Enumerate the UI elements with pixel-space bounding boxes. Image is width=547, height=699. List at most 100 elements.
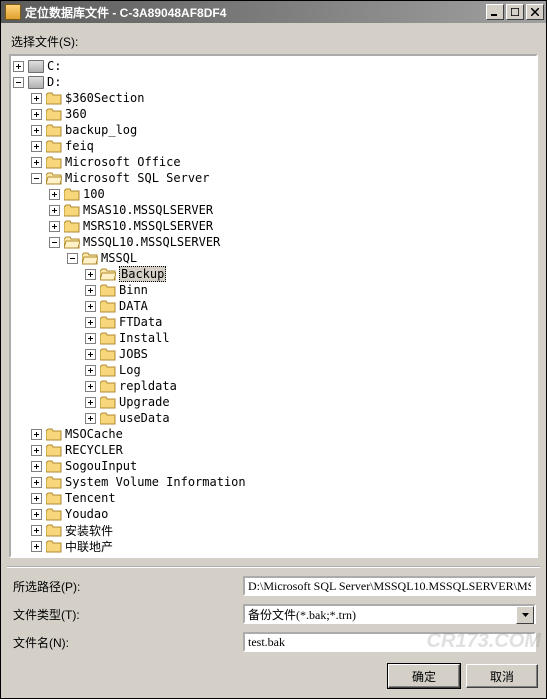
- expand-toggle[interactable]: [31, 525, 42, 536]
- tree-item[interactable]: MSSQL: [67, 250, 536, 266]
- tree-item[interactable]: Install: [85, 330, 536, 346]
- expand-toggle[interactable]: [85, 413, 96, 424]
- expand-toggle[interactable]: [85, 333, 96, 344]
- cancel-button[interactable]: 取消: [466, 664, 538, 688]
- expand-toggle[interactable]: [31, 509, 42, 520]
- tree-item[interactable]: Microsoft Office: [31, 154, 536, 170]
- tree-item[interactable]: System Volume Information: [31, 474, 536, 490]
- tree-item[interactable]: backup_log: [31, 122, 536, 138]
- folder-icon: [46, 524, 62, 537]
- tree-item[interactable]: Tencent: [31, 490, 536, 506]
- folder-icon: [100, 364, 116, 377]
- collapse-toggle[interactable]: [49, 237, 60, 248]
- tree-item[interactable]: useData: [85, 410, 536, 426]
- tree-item-label: JOBS: [119, 347, 148, 361]
- expand-toggle[interactable]: [85, 269, 96, 280]
- tree-item[interactable]: FTData: [85, 314, 536, 330]
- collapse-toggle[interactable]: [31, 173, 42, 184]
- expand-toggle[interactable]: [31, 141, 42, 152]
- expand-toggle[interactable]: [31, 125, 42, 136]
- tree-item[interactable]: Youdao: [31, 506, 536, 522]
- tree-item-label: MSAS10.MSSQLSERVER: [83, 203, 213, 217]
- close-button[interactable]: [526, 4, 544, 20]
- tree-item[interactable]: $360Section: [31, 90, 536, 106]
- folder-icon: [46, 124, 62, 137]
- expand-toggle[interactable]: [31, 461, 42, 472]
- expand-toggle[interactable]: [85, 301, 96, 312]
- expand-toggle[interactable]: [85, 365, 96, 376]
- expand-toggle[interactable]: [85, 285, 96, 296]
- folder-icon: [46, 460, 62, 473]
- tree-item-label: 中联地产: [65, 538, 113, 555]
- expand-toggle[interactable]: [31, 157, 42, 168]
- tree-item-label: Log: [119, 363, 141, 377]
- path-input[interactable]: [243, 576, 536, 596]
- tree-item[interactable]: C:: [13, 58, 536, 74]
- folder-icon: [100, 332, 116, 345]
- expand-toggle[interactable]: [31, 429, 42, 440]
- tree-item[interactable]: 100: [49, 186, 536, 202]
- tree-item[interactable]: DATA: [85, 298, 536, 314]
- expand-toggle[interactable]: [31, 93, 42, 104]
- tree-item[interactable]: Microsoft SQL Server: [31, 170, 536, 186]
- dialog-window: 定位数据库文件 - C-3A89048AF8DF4 选择文件(S): C:D:$…: [0, 0, 547, 699]
- expand-toggle[interactable]: [85, 317, 96, 328]
- filetype-combo[interactable]: [243, 604, 536, 624]
- tree-item[interactable]: Binn: [85, 282, 536, 298]
- expand-toggle[interactable]: [49, 205, 60, 216]
- path-label: 所选路径(P):: [11, 578, 243, 595]
- button-row: 确定 取消: [1, 662, 546, 698]
- tree-item[interactable]: JOBS: [85, 346, 536, 362]
- expand-toggle[interactable]: [31, 493, 42, 504]
- folder-icon: [100, 284, 116, 297]
- expand-toggle[interactable]: [49, 221, 60, 232]
- file-tree[interactable]: C:D:$360Section360backup_logfeiqMicrosof…: [11, 56, 536, 556]
- tree-item[interactable]: MSAS10.MSSQLSERVER: [49, 202, 536, 218]
- expand-toggle[interactable]: [49, 189, 60, 200]
- collapse-toggle[interactable]: [13, 77, 24, 88]
- maximize-button[interactable]: [506, 4, 524, 20]
- minimize-button[interactable]: [486, 4, 504, 20]
- tree-item[interactable]: RECYCLER: [31, 442, 536, 458]
- tree-item-label: Install: [119, 331, 170, 345]
- filetype-dropdown-button[interactable]: [516, 606, 534, 624]
- expand-toggle[interactable]: [31, 445, 42, 456]
- tree-item[interactable]: repldata: [85, 378, 536, 394]
- tree-item[interactable]: 360: [31, 106, 536, 122]
- expand-toggle[interactable]: [31, 541, 42, 552]
- expand-toggle[interactable]: [85, 397, 96, 408]
- tree-item-label: DATA: [119, 299, 148, 313]
- tree-item-label: Upgrade: [119, 395, 170, 409]
- tree-item[interactable]: SogouInput: [31, 458, 536, 474]
- tree-item[interactable]: feiq: [31, 138, 536, 154]
- tree-item[interactable]: 安装软件: [31, 522, 536, 538]
- tree-item[interactable]: MSOCache: [31, 426, 536, 442]
- tree-item-label: D:: [47, 75, 61, 89]
- titlebar[interactable]: 定位数据库文件 - C-3A89048AF8DF4: [1, 1, 546, 23]
- folder-icon: [100, 316, 116, 329]
- folder-icon: [46, 92, 62, 105]
- expand-toggle[interactable]: [13, 61, 24, 72]
- tree-item-label: Microsoft SQL Server: [65, 171, 210, 185]
- folder-icon: [100, 268, 116, 281]
- tree-item[interactable]: Upgrade: [85, 394, 536, 410]
- tree-item-label: useData: [119, 411, 170, 425]
- tree-item-label: RECYCLER: [65, 443, 123, 457]
- tree-item-label: Microsoft Office: [65, 155, 181, 169]
- folder-icon: [100, 380, 116, 393]
- expand-toggle[interactable]: [31, 109, 42, 120]
- tree-item[interactable]: MSSQL10.MSSQLSERVER: [49, 234, 536, 250]
- expand-toggle[interactable]: [85, 381, 96, 392]
- filename-input[interactable]: [243, 632, 536, 652]
- expand-toggle[interactable]: [31, 477, 42, 488]
- tree-item[interactable]: MSRS10.MSSQLSERVER: [49, 218, 536, 234]
- tree-item[interactable]: Backup: [85, 266, 536, 282]
- collapse-toggle[interactable]: [67, 253, 78, 264]
- expand-toggle[interactable]: [85, 349, 96, 360]
- folder-icon: [82, 252, 98, 265]
- tree-item[interactable]: 中联地产: [31, 538, 536, 554]
- ok-button[interactable]: 确定: [388, 664, 460, 688]
- tree-item[interactable]: D:: [13, 74, 536, 90]
- tree-item[interactable]: Log: [85, 362, 536, 378]
- folder-icon: [100, 396, 116, 409]
